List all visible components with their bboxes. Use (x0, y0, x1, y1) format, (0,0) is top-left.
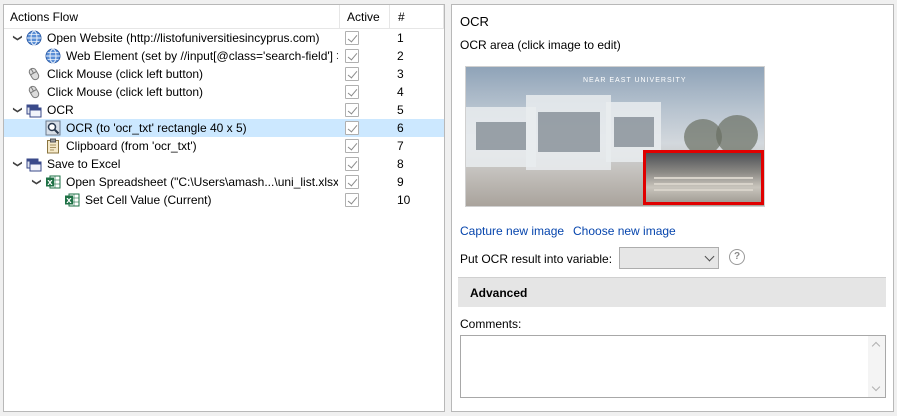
tree-row[interactable]: Web Element (set by //input[@class='sear… (4, 47, 444, 65)
active-checkbox[interactable] (345, 31, 359, 45)
active-checkbox[interactable] (345, 85, 359, 99)
tree-row-label: Click Mouse (click left button) (47, 85, 204, 99)
variable-label: Put OCR result into variable: (460, 252, 613, 266)
capture-new-image-link[interactable]: Capture new image (460, 224, 564, 238)
excel-icon: X (45, 174, 61, 190)
tree-row-number: 9 (397, 175, 404, 189)
active-checkbox[interactable] (345, 157, 359, 171)
variable-select[interactable] (619, 247, 719, 269)
tree-row[interactable]: ❯ Open Website (http://listofuniversities… (4, 29, 444, 47)
scroll-up-icon[interactable] (871, 341, 881, 351)
clipboard-icon (45, 138, 61, 154)
window-group-icon (26, 102, 42, 118)
window-group-icon (26, 156, 42, 172)
active-checkbox[interactable] (345, 103, 359, 117)
tree-row[interactable]: ❯ Save to Excel 8 (4, 155, 444, 173)
tree-row-label: Open Website (http://listofuniversitiesi… (47, 31, 320, 45)
active-checkbox[interactable] (345, 193, 359, 207)
column-header-active[interactable]: Active (340, 5, 390, 29)
ocr-area-label: OCR area (click image to edit) (460, 38, 621, 52)
expand-toggle-icon[interactable]: ❯ (28, 176, 46, 188)
tree-row-number: 8 (397, 157, 404, 171)
expand-toggle-icon[interactable]: ❯ (9, 104, 27, 116)
tree-row-number: 4 (397, 85, 404, 99)
tree-row-label: OCR (47, 103, 74, 117)
expand-toggle-icon[interactable]: ❯ (9, 32, 27, 44)
svg-text:X: X (66, 197, 72, 205)
active-checkbox[interactable] (345, 121, 359, 135)
globe-icon (45, 48, 61, 64)
excel-icon: X (64, 192, 80, 208)
tree-row[interactable]: Click Mouse (click left button) 3 (4, 65, 444, 83)
tree-header: Actions Flow Active # (4, 5, 444, 29)
tree-row[interactable]: OCR (to 'ocr_txt' rectangle 40 x 5) 6 (4, 119, 444, 137)
tree-row-number: 2 (397, 49, 404, 63)
tree-row-label: Click Mouse (click left button) (47, 67, 204, 81)
tree-row-label: Open Spreadsheet ("C:\Users\amash...\uni… (66, 175, 338, 189)
comments-scrollbar[interactable] (868, 336, 885, 397)
expand-toggle-icon[interactable]: ❯ (9, 158, 27, 170)
actions-flow-panel: Actions Flow Active # ❯ Open Website (htt… (3, 4, 445, 412)
ocr-magnifier-icon (45, 120, 61, 136)
image-banner-text: NEAR EAST UNIVERSITY (583, 77, 687, 84)
action-detail-panel: OCR OCR area (click image to edit) NEAR … (451, 4, 894, 412)
column-header-number[interactable]: # (390, 5, 444, 29)
comments-textarea[interactable] (460, 335, 886, 398)
column-header-actions[interactable]: Actions Flow (4, 5, 340, 29)
tree-row-number: 3 (397, 67, 404, 81)
help-icon[interactable]: ? (729, 249, 745, 265)
advanced-section-header[interactable]: Advanced (458, 277, 886, 307)
tree-row-label: Web Element (set by //input[@class='sear… (66, 49, 338, 63)
tree-row[interactable]: Clipboard (from 'ocr_txt') 7 (4, 137, 444, 155)
tree-row[interactable]: ❯ OCR 5 (4, 101, 444, 119)
ocr-selection-rectangle[interactable] (643, 150, 764, 205)
active-checkbox[interactable] (345, 175, 359, 189)
svg-text:X: X (47, 179, 53, 187)
tree-row-number: 7 (397, 139, 404, 153)
tree-row-label: Set Cell Value (Current) (85, 193, 212, 207)
chevron-down-icon (704, 251, 715, 262)
tree-row-label: Save to Excel (47, 157, 121, 171)
tree-row-label: OCR (to 'ocr_txt' rectangle 40 x 5) (66, 121, 247, 135)
tree-row-number: 5 (397, 103, 404, 117)
mouse-icon (26, 66, 42, 82)
comments-label: Comments: (460, 317, 522, 331)
active-checkbox[interactable] (345, 139, 359, 153)
detail-title: OCR (460, 14, 489, 29)
active-checkbox[interactable] (345, 49, 359, 63)
tree-row[interactable]: ❯ X Open Spreadsheet ("C:\Users\amash...\u… (4, 173, 444, 191)
tree-row-number: 6 (397, 121, 404, 135)
tree-row-number: 1 (397, 31, 404, 45)
tree-row[interactable]: X Set Cell Value (Current) 10 (4, 191, 444, 209)
tree-row-number: 10 (397, 193, 411, 207)
advanced-label: Advanced (470, 286, 528, 300)
scroll-down-icon[interactable] (871, 382, 881, 392)
tree-row-label: Clipboard (from 'ocr_txt') (66, 139, 197, 153)
choose-new-image-link[interactable]: Choose new image (573, 224, 676, 238)
globe-icon (26, 30, 42, 46)
mouse-icon (26, 84, 42, 100)
active-checkbox[interactable] (345, 67, 359, 81)
tree-row[interactable]: Click Mouse (click left button) 4 (4, 83, 444, 101)
actions-tree: ❯ Open Website (http://listofuniversities… (4, 29, 444, 209)
ocr-image-preview[interactable]: NEAR EAST UNIVERSITY (465, 66, 765, 207)
